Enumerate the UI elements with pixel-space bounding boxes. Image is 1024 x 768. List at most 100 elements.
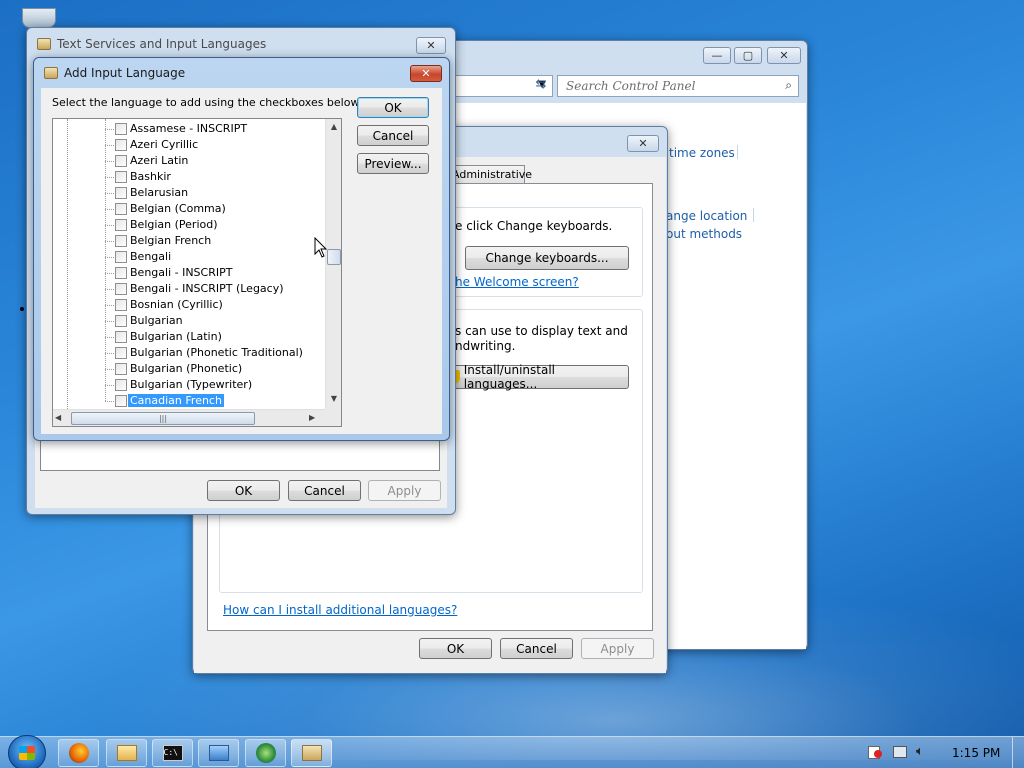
taskbar-remote-desktop[interactable] xyxy=(198,739,239,767)
language-checkbox[interactable] xyxy=(115,171,127,183)
scroll-left-arrow[interactable]: ◀ xyxy=(55,410,69,426)
language-checkbox[interactable] xyxy=(115,203,127,215)
ok-button[interactable]: OK xyxy=(207,480,280,501)
close-button[interactable]: ✕ xyxy=(627,135,659,152)
divider xyxy=(753,208,754,222)
tree-connector xyxy=(105,193,114,194)
language-list-item[interactable]: Bashkir xyxy=(53,169,323,185)
close-button[interactable]: ✕ xyxy=(416,37,446,54)
change-keyboards-button[interactable]: Change keyboards... xyxy=(465,246,629,270)
window-title: Text Services and Input Languages xyxy=(57,37,267,51)
tree-connector xyxy=(105,129,114,130)
taskbar-cmd[interactable]: C:\ xyxy=(152,739,193,767)
language-list-item[interactable]: Bulgarian (Typewriter) xyxy=(53,377,323,393)
language-checkbox[interactable] xyxy=(115,139,127,151)
preview-button[interactable]: Preview... xyxy=(357,153,429,174)
scroll-up-arrow[interactable]: ▲ xyxy=(326,119,341,135)
cancel-button[interactable]: Cancel xyxy=(357,125,429,146)
language-checkbox[interactable] xyxy=(115,379,127,391)
language-list-item[interactable]: Canadian French xyxy=(53,393,323,409)
vertical-scrollbar[interactable]: ▲ ▼ xyxy=(325,119,341,409)
scroll-thumb-horizontal[interactable]: ||| xyxy=(71,412,255,425)
language-list-item[interactable]: Assamese - INSCRIPT xyxy=(53,121,323,137)
apply-button[interactable]: Apply xyxy=(581,638,654,659)
install-languages-button[interactable]: Install/uninstall languages... xyxy=(439,363,629,391)
tab-administrative[interactable]: Administrative xyxy=(451,165,532,184)
language-checkbox[interactable] xyxy=(115,187,127,199)
search-placeholder: Search Control Panel xyxy=(566,79,696,93)
ok-button[interactable]: OK xyxy=(419,638,492,659)
language-checkbox[interactable] xyxy=(115,235,127,247)
scroll-thumb[interactable] xyxy=(327,249,341,265)
start-button[interactable] xyxy=(8,735,46,768)
language-label: Belgian French xyxy=(130,234,212,247)
link-input-methods[interactable]: out methods xyxy=(666,227,742,241)
clock[interactable]: 1:15 PM xyxy=(952,746,1000,760)
display-text-line1: s can use to display text and xyxy=(455,324,628,338)
language-checkbox[interactable] xyxy=(115,299,127,311)
taskbar-network[interactable] xyxy=(245,739,286,767)
taskbar-firefox[interactable] xyxy=(58,739,99,767)
taskbar-explorer[interactable] xyxy=(106,739,147,767)
language-list-item[interactable]: Bulgarian (Phonetic Traditional) xyxy=(53,345,323,361)
maximize-button[interactable]: ▢ xyxy=(734,47,762,64)
language-checkbox[interactable] xyxy=(115,283,127,295)
language-checkbox[interactable] xyxy=(115,395,127,407)
language-tree[interactable]: Assamese - INSCRIPT Azeri Cyrillic Azeri L… xyxy=(52,118,342,427)
install-languages-help-link[interactable]: How can I install additional languages? xyxy=(223,603,457,617)
titlebar: Add Input Language xyxy=(34,58,449,88)
recycle-bin-icon[interactable] xyxy=(22,8,56,28)
minimize-button[interactable]: — xyxy=(703,47,731,64)
cancel-button[interactable]: Cancel xyxy=(288,480,361,501)
language-checkbox[interactable] xyxy=(115,219,127,231)
taskbar-control-panel[interactable] xyxy=(291,739,332,767)
language-checkbox[interactable] xyxy=(115,331,127,343)
language-list-item[interactable]: Azeri Cyrillic xyxy=(53,137,323,153)
language-list-item[interactable]: Belgian (Period) xyxy=(53,217,323,233)
show-desktop-button[interactable] xyxy=(1012,737,1024,768)
language-checkbox[interactable] xyxy=(115,363,127,375)
language-checkbox[interactable] xyxy=(115,123,127,135)
welcome-screen-link[interactable]: he Welcome screen? xyxy=(455,275,579,289)
language-label: Bengali - INSCRIPT (Legacy) xyxy=(130,282,284,295)
cancel-button[interactable]: Cancel xyxy=(500,638,573,659)
scroll-down-arrow[interactable]: ▼ xyxy=(326,391,341,407)
language-list-item[interactable]: Bulgarian (Phonetic) xyxy=(53,361,323,377)
network-tray-icon[interactable] xyxy=(893,746,907,758)
horizontal-scrollbar[interactable]: ◀ ||| ▶ xyxy=(53,409,325,426)
language-list-item[interactable]: Belarusian xyxy=(53,185,323,201)
language-checkbox[interactable] xyxy=(115,155,127,167)
language-list-item[interactable]: Bengali - INSCRIPT xyxy=(53,265,323,281)
link-time-zones[interactable]: time zones xyxy=(669,146,735,160)
action-center-icon[interactable] xyxy=(868,746,882,759)
apply-button[interactable]: Apply xyxy=(368,480,441,501)
language-label: Bulgarian (Phonetic) xyxy=(130,362,243,375)
language-checkbox[interactable] xyxy=(115,347,127,359)
language-list-item[interactable]: Azeri Latin xyxy=(53,153,323,169)
language-checkbox[interactable] xyxy=(115,315,127,327)
tree-connector xyxy=(105,145,114,146)
tree-connector xyxy=(105,385,114,386)
refresh-icon[interactable]: ⇆ xyxy=(529,77,553,97)
close-button[interactable]: ✕ xyxy=(767,47,801,64)
tree-connector xyxy=(105,241,114,242)
tree-connector xyxy=(105,401,114,402)
windows-logo-icon xyxy=(19,746,35,760)
language-list-item[interactable]: Bengali xyxy=(53,249,323,265)
tree-connector xyxy=(105,321,114,322)
scroll-right-arrow[interactable]: ▶ xyxy=(309,410,323,426)
language-list-item[interactable]: Belgian French xyxy=(53,233,323,249)
close-button[interactable]: ✕ xyxy=(410,65,442,82)
language-checkbox[interactable] xyxy=(115,267,127,279)
search-icon[interactable]: ⌕ xyxy=(785,78,792,93)
language-list-item[interactable]: Bulgarian xyxy=(53,313,323,329)
search-input[interactable]: Search Control Panel ⌕ xyxy=(557,75,799,97)
language-checkbox[interactable] xyxy=(115,251,127,263)
language-list-item[interactable]: Belgian (Comma) xyxy=(53,201,323,217)
volume-icon[interactable]: 🔈︎ xyxy=(916,744,924,759)
ok-button[interactable]: OK xyxy=(357,97,429,118)
link-change-location[interactable]: ange location xyxy=(666,209,747,223)
language-list-item[interactable]: Bulgarian (Latin) xyxy=(53,329,323,345)
language-list-item[interactable]: Bosnian (Cyrillic) xyxy=(53,297,323,313)
language-list-item[interactable]: Bengali - INSCRIPT (Legacy) xyxy=(53,281,323,297)
